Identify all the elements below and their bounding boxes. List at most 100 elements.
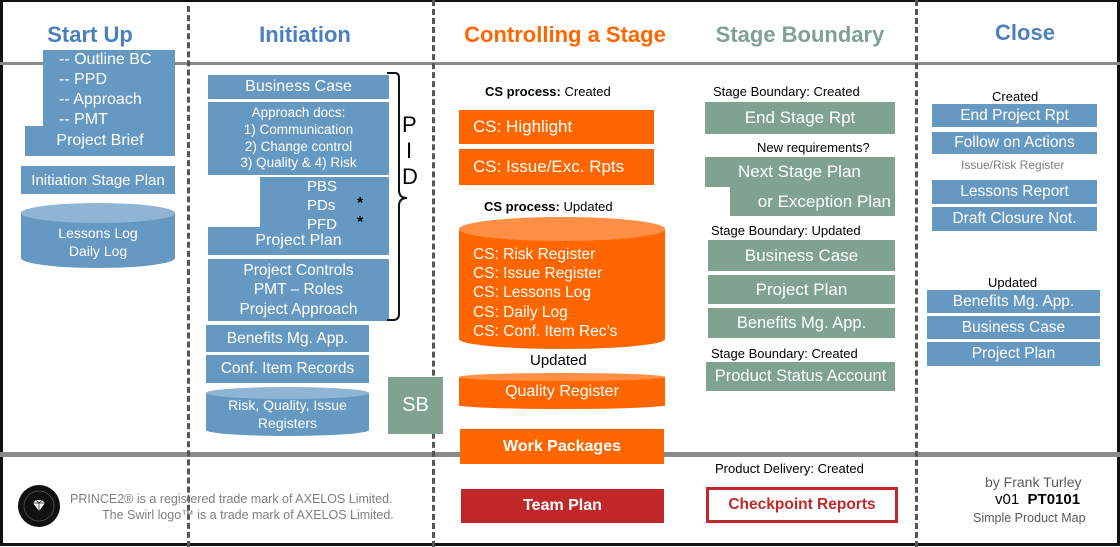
project-brief-box: Project Brief [25,126,175,156]
caption-bold: CS process: [485,84,561,99]
approach-docs-box: Approach docs: 1) Communication 2) Chang… [208,102,389,175]
brief-item: -- PPD [59,71,107,88]
initiation-stage-plan-label: Initiation Stage Plan [31,171,165,189]
issue-exception-label: CS: Issue/Exc. Rpts [473,157,625,176]
approach-doc-line: Approach docs: [251,104,346,120]
end-stage-report-box: End Stage Rpt [705,102,895,134]
lessons-report-box: Lessons Report [932,180,1097,204]
team-plan-box: Team Plan [461,489,664,523]
approach-doc-line: 1) Communication [243,121,354,137]
plan-item-pds: PDs [307,196,336,214]
log-item: Daily Log [68,242,128,259]
badge-logo-icon [18,485,60,527]
sb-created-caption: Stage Boundary: Created [713,84,860,99]
caption-text: Updated [559,199,613,214]
conf-item-records-box: Conf. Item Records [206,355,369,383]
business-case-box: Business Case [208,75,389,99]
cs-register-item: CS: Issue Register [473,264,603,282]
cs-created-caption: CS process: Created [485,84,611,99]
pid-bracket [387,72,408,321]
work-packages-label: Work Packages [503,437,621,455]
column-separator [915,0,918,547]
pid-label: P I D [402,112,418,190]
pid-letter: I [405,138,413,163]
trademark-line-2: The Swirl logo™ is a trade mark of AXELO… [102,508,394,522]
caption-text: Created [560,84,611,99]
draft-closure-notification-box: Draft Closure Not. [932,207,1097,231]
highlight-report-box: CS: Highlight [459,110,654,144]
lessons-report-label: Lessons Report [960,183,1069,200]
cs-register-item: CS: Daily Log [473,303,568,321]
sb-benefits-box: Benefits Mg. App. [708,308,895,338]
team-plan-label: Team Plan [523,497,602,514]
exception-plan-label: or Exception Plan [757,191,891,211]
column-separator [187,6,190,547]
close-benefits-box: Benefits Mg. App. [927,290,1100,313]
benefits-box: Benefits Mg. App. [206,325,369,352]
cs-register-item: CS: Lessons Log [473,284,592,302]
sb-created2-caption: Stage Boundary: Created [711,346,858,361]
close-business-case-box: Business Case [927,316,1100,339]
draft-closure-notification-label: Draft Closure Not. [952,210,1077,227]
asterisk-pds: * [357,195,364,212]
document-code: PT0101 [1027,491,1081,508]
product-status-account-box: Product Status Account [706,362,895,391]
column-title-controlling: Controlling a Stage [464,22,666,47]
log-item: Lessons Log [58,225,138,241]
asterisk-pfd: * [357,214,364,231]
next-stage-plan-label: Next Stage Plan [738,162,861,181]
issue-exception-reports-box: CS: Issue/Exc. Rpts [459,149,654,185]
cs-register-item: CS: Conf. Item Rec’s [473,323,618,341]
checkpoint-reports-label: Checkpoint Reports [728,496,876,513]
column-title-initiation: Initiation [259,22,351,47]
registers-line: Risk, Quality, Issue [228,397,347,413]
sb-benefits-label: Benefits Mg. App. [736,313,867,332]
highlight-label: CS: Highlight [473,117,573,136]
plan-products-list: PBS PDs PFD [300,178,387,234]
cs-register-item: CS: Risk Register [473,245,596,263]
sb-business-case-box: Business Case [708,240,895,271]
brief-item: -- Approach [59,91,142,108]
sb-project-plan-label: Project Plan [755,279,848,299]
initiation-stage-plan-box: Initiation Stage Plan [21,166,175,194]
end-project-report-box: End Project Rpt [932,104,1097,127]
quality-register-label: Quality Register [505,383,619,400]
logs-cylinder: Lessons Log Daily Log [21,203,175,268]
sb-label: SB [402,394,429,416]
updated-caption: Updated [530,352,587,369]
approach-doc-line: 2) Change control [244,138,353,154]
column-title-stage-boundary: Stage Boundary [715,22,885,47]
pid-letter: D [402,164,418,189]
product-delivery-caption: Product Delivery: Created [715,461,864,476]
pid-letter: P [402,112,417,137]
version-label: v01 [995,491,1020,508]
controls-line: Project Approach [239,300,358,318]
close-project-plan-box: Project Plan [927,342,1100,366]
version-code: v01 PT0101 [995,491,1080,508]
close-business-case-label: Business Case [961,318,1066,336]
project-controls-box: Project Controls PMT – Roles Project App… [208,259,389,321]
sb-project-plan-box: Project Plan [708,275,895,304]
plan-item-pbs: PBS [307,178,338,195]
registers-cylinder: Risk, Quality, Issue Registers [206,387,369,436]
sb-updated-caption: Stage Boundary: Updated [711,223,861,238]
new-requirements-caption: New requirements? [757,140,870,155]
follow-on-actions-label: Follow on Actions [954,134,1075,151]
end-stage-report-label: End Stage Rpt [744,108,856,127]
cs-registers-cylinder: CS: Risk Register CS: Issue Register CS:… [459,217,665,349]
column-title-start-up: Start Up [47,22,133,47]
caption-bold: CS process: [484,199,560,214]
benefits-label: Benefits Mg. App. [226,329,349,347]
author-credit: by Frank Turley [985,474,1082,490]
exception-plan-box: or Exception Plan [730,187,895,216]
close-project-plan-label: Project Plan [971,345,1056,362]
controls-line: Project Controls [243,261,354,279]
quality-register-cylinder: Quality Register [459,373,665,409]
approach-doc-line: 3) Quality & 4) Risk [240,155,357,171]
map-subtitle: Simple Product Map [973,511,1086,525]
column-title-close: Close [995,20,1055,45]
conf-item-records-label: Conf. Item Records [220,360,355,377]
close-benefits-label: Benefits Mg. App. [952,292,1075,310]
follow-on-actions-box: Follow on Actions [932,132,1097,154]
project-brief-contents: -- Outline BC -- PPD -- Approach -- PMT [43,50,175,128]
